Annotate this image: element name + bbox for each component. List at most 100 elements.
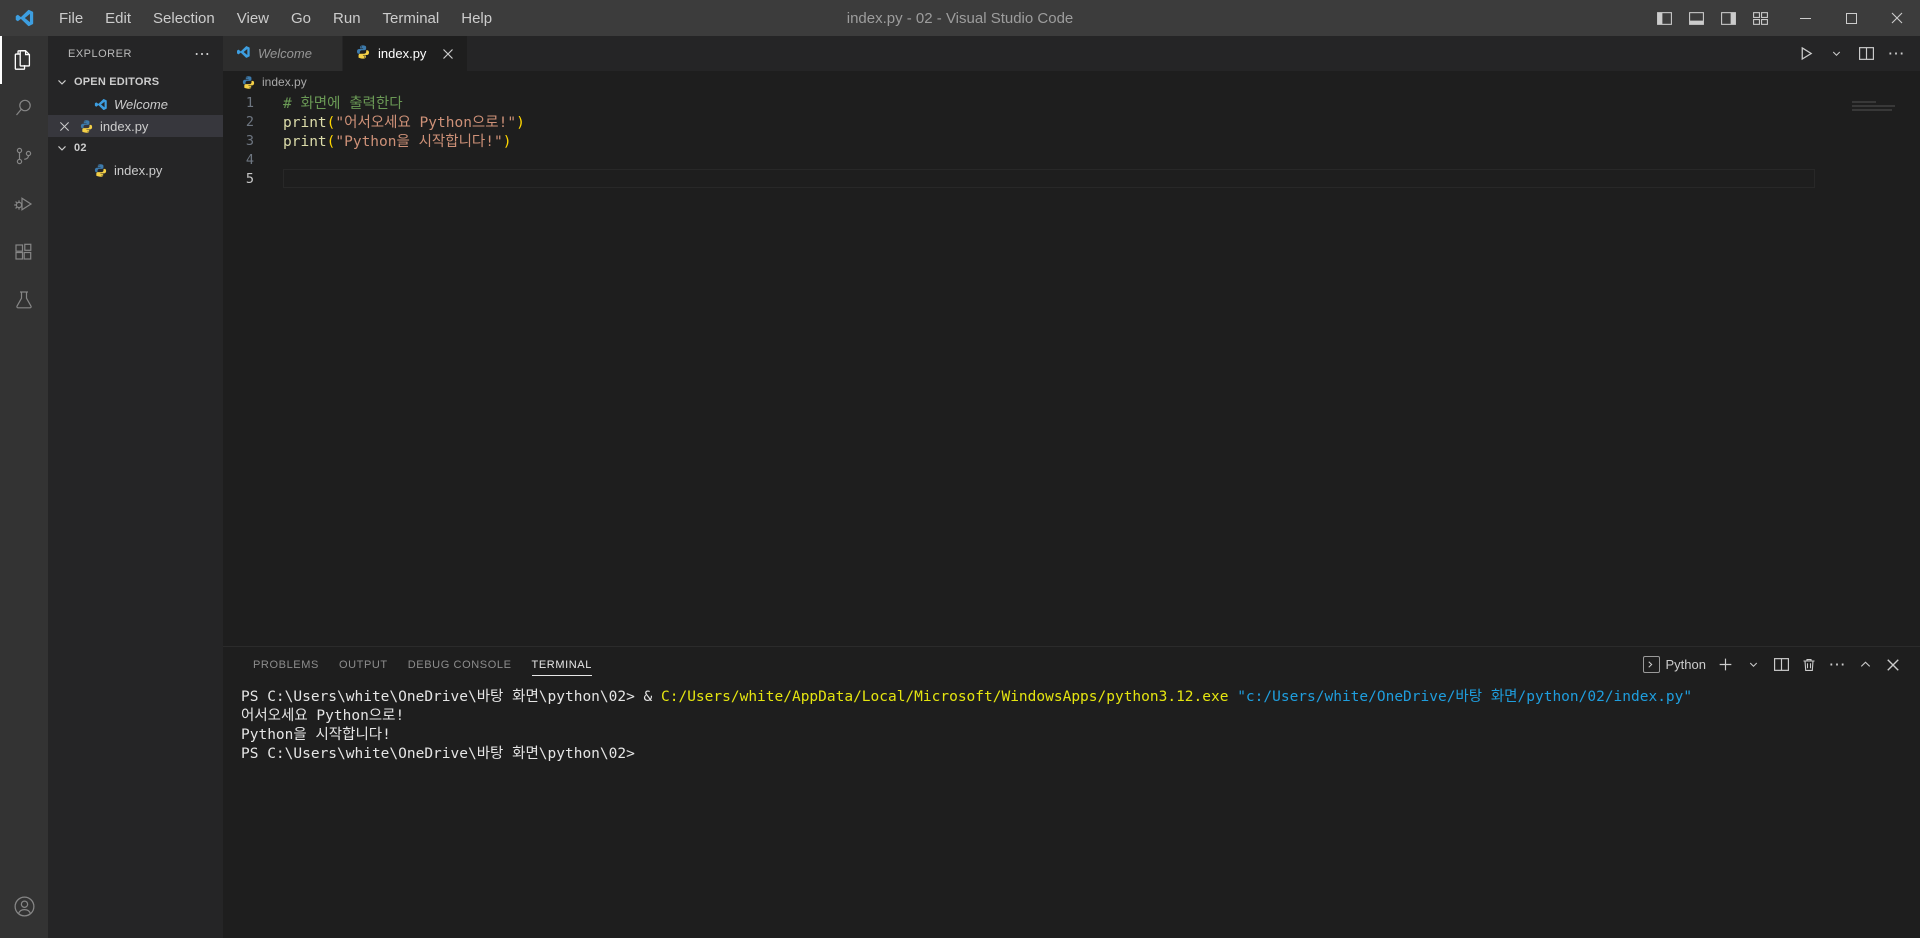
file-item-label: index.py	[114, 162, 163, 178]
chevron-down-icon	[54, 141, 70, 155]
explorer-sidebar: EXPLORER ⋯ OPEN EDITORS Welcome index.py…	[48, 36, 223, 938]
open-editor-label: index.py	[100, 118, 149, 134]
ellipsis-icon[interactable]: ⋯	[194, 44, 215, 64]
python-icon	[355, 44, 371, 63]
code-token: )	[516, 115, 525, 131]
code-token: # 화면에 출력한다	[283, 96, 403, 112]
close-icon[interactable]	[1880, 651, 1906, 679]
customize-layout-icon[interactable]	[1744, 3, 1776, 33]
breadcrumb-label: index.py	[262, 75, 307, 89]
close-icon[interactable]	[56, 121, 72, 132]
chevron-down-icon[interactable]	[1740, 651, 1766, 679]
code-lines-container: 1 # 화면에 출력한다 2 print("어서오세요 Python으로!") 3 pri…	[223, 93, 1920, 646]
code-editor[interactable]: 1 # 화면에 출력한다 2 print("어서오세요 Python으로!") 3 pri…	[223, 93, 1920, 646]
terminal-line: PS C:\Users\white\OneDrive\바탕 화면\python\…	[241, 745, 1920, 764]
split-icon[interactable]	[1768, 651, 1794, 679]
code-token: "Python을 시작합니다!"	[335, 134, 503, 150]
code-line[interactable]: 4	[223, 150, 1920, 169]
split-editor-icon[interactable]	[1852, 36, 1880, 71]
explorer-title-bar: EXPLORER ⋯	[48, 36, 223, 71]
close-icon[interactable]	[439, 45, 457, 63]
panel-header: PROBLEMS OUTPUT DEBUG CONSOLE TERMINAL P…	[223, 647, 1920, 682]
section-folder-02[interactable]: 02	[48, 137, 223, 159]
activity-item-search[interactable]	[0, 84, 48, 132]
activity-item-explorer[interactable]	[0, 36, 48, 84]
breadcrumb[interactable]: index.py	[223, 71, 1920, 93]
minimap[interactable]	[1852, 101, 1912, 115]
activity-item-testing[interactable]	[0, 276, 48, 324]
menu-item-go[interactable]: Go	[280, 6, 322, 31]
code-line-text: print("Python을 시작합니다!")	[278, 130, 511, 151]
ellipsis-icon[interactable]: ⋯	[1824, 651, 1850, 679]
code-line[interactable]: 1 # 화면에 출력한다	[223, 93, 1920, 113]
trash-icon[interactable]	[1796, 651, 1822, 679]
tabs-filler	[468, 36, 1792, 71]
section-label: OPEN EDITORS	[74, 76, 160, 88]
vscode-logo-icon	[0, 7, 48, 29]
line-number: 3	[245, 132, 254, 149]
python-icon	[241, 75, 256, 90]
panel-tab-problems[interactable]: PROBLEMS	[243, 647, 329, 682]
code-line[interactable]: 5	[223, 169, 1920, 188]
chevron-up-icon[interactable]	[1852, 651, 1878, 679]
title-bar: File Edit Selection View Go Run Terminal…	[0, 0, 1920, 36]
code-token: )	[502, 134, 512, 150]
terminal-segment: Python을 시작합니다!	[241, 727, 391, 743]
chevron-down-icon	[54, 75, 70, 89]
vscode-window: File Edit Selection View Go Run Terminal…	[0, 0, 1920, 938]
line-number: 1	[245, 94, 254, 111]
file-item-index-py[interactable]: index.py	[48, 159, 223, 181]
activity-bar	[0, 36, 48, 938]
chevron-down-icon[interactable]	[1822, 36, 1850, 71]
code-token: "어서오세요 Python으로!"	[335, 115, 517, 131]
panel-tab-debug-console[interactable]: DEBUG CONSOLE	[398, 647, 522, 682]
workbench: EXPLORER ⋯ OPEN EDITORS Welcome index.py…	[0, 36, 1920, 938]
terminal-line: Python을 시작합니다!	[241, 726, 1920, 745]
tab-index-py[interactable]: index.py	[343, 36, 469, 71]
menu-item-selection[interactable]: Selection	[142, 6, 226, 31]
open-editor-welcome[interactable]: Welcome	[48, 93, 223, 115]
ellipsis-icon[interactable]: ⋯	[1882, 36, 1910, 71]
terminal-segment: 어서오세요 Python으로!	[241, 708, 405, 724]
menu-item-view[interactable]: View	[226, 6, 280, 31]
plus-icon[interactable]	[1712, 651, 1738, 679]
menu-item-edit[interactable]: Edit	[94, 6, 142, 31]
toggle-secondary-sidebar-icon[interactable]	[1712, 3, 1744, 33]
code-line[interactable]: 3 print("Python을 시작합니다!")	[223, 130, 1920, 151]
panel-tab-output[interactable]: OUTPUT	[329, 647, 398, 682]
section-open-editors[interactable]: OPEN EDITORS	[48, 71, 223, 93]
maximize-button[interactable]	[1828, 0, 1874, 36]
terminal-selector[interactable]: Python	[1642, 656, 1710, 673]
explorer-title: EXPLORER	[68, 47, 132, 60]
terminal-segment: C:/Users/white/AppData/Local/Microsoft/W…	[661, 689, 1238, 705]
editor-group: Welcome index.py ⋯ index.py 1 # 화면에 출력한다…	[223, 36, 1920, 938]
bottom-panel: PROBLEMS OUTPUT DEBUG CONSOLE TERMINAL P…	[223, 646, 1920, 938]
title-bar-right	[1648, 0, 1920, 36]
menu-item-run[interactable]: Run	[322, 6, 372, 31]
menu-item-file[interactable]: File	[48, 6, 94, 31]
vscode-logo-icon	[235, 44, 251, 63]
close-button[interactable]	[1874, 0, 1920, 36]
editor-actions: ⋯	[1792, 36, 1920, 71]
activity-item-accounts[interactable]	[0, 882, 48, 930]
code-line-text: print("어서오세요 Python으로!")	[278, 111, 525, 132]
terminal-output[interactable]: PS C:\Users\white\OneDrive\바탕 화면\python\…	[223, 682, 1920, 938]
open-editor-index-py[interactable]: index.py	[48, 115, 223, 137]
menu-item-terminal[interactable]: Terminal	[372, 6, 451, 31]
tab-welcome[interactable]: Welcome	[223, 36, 343, 71]
terminal-segment: PS C:\Users\white\OneDrive\바탕 화면\python\…	[241, 689, 662, 705]
code-line[interactable]: 2 print("어서오세요 Python으로!")	[223, 111, 1920, 132]
toggle-primary-sidebar-icon[interactable]	[1648, 3, 1680, 33]
play-icon[interactable]	[1792, 36, 1820, 71]
terminal-line: 어서오세요 Python으로!	[241, 707, 1920, 726]
tab-label: index.py	[378, 46, 427, 61]
terminal-name-label: Python	[1665, 657, 1706, 672]
toggle-panel-icon[interactable]	[1680, 3, 1712, 33]
activity-item-run-and-debug[interactable]	[0, 180, 48, 228]
minimize-button[interactable]	[1782, 0, 1828, 36]
panel-tab-terminal[interactable]: TERMINAL	[522, 647, 602, 682]
activity-item-source-control[interactable]	[0, 132, 48, 180]
line-number: 2	[245, 113, 254, 130]
activity-item-extensions[interactable]	[0, 228, 48, 276]
menu-item-help[interactable]: Help	[450, 6, 503, 31]
